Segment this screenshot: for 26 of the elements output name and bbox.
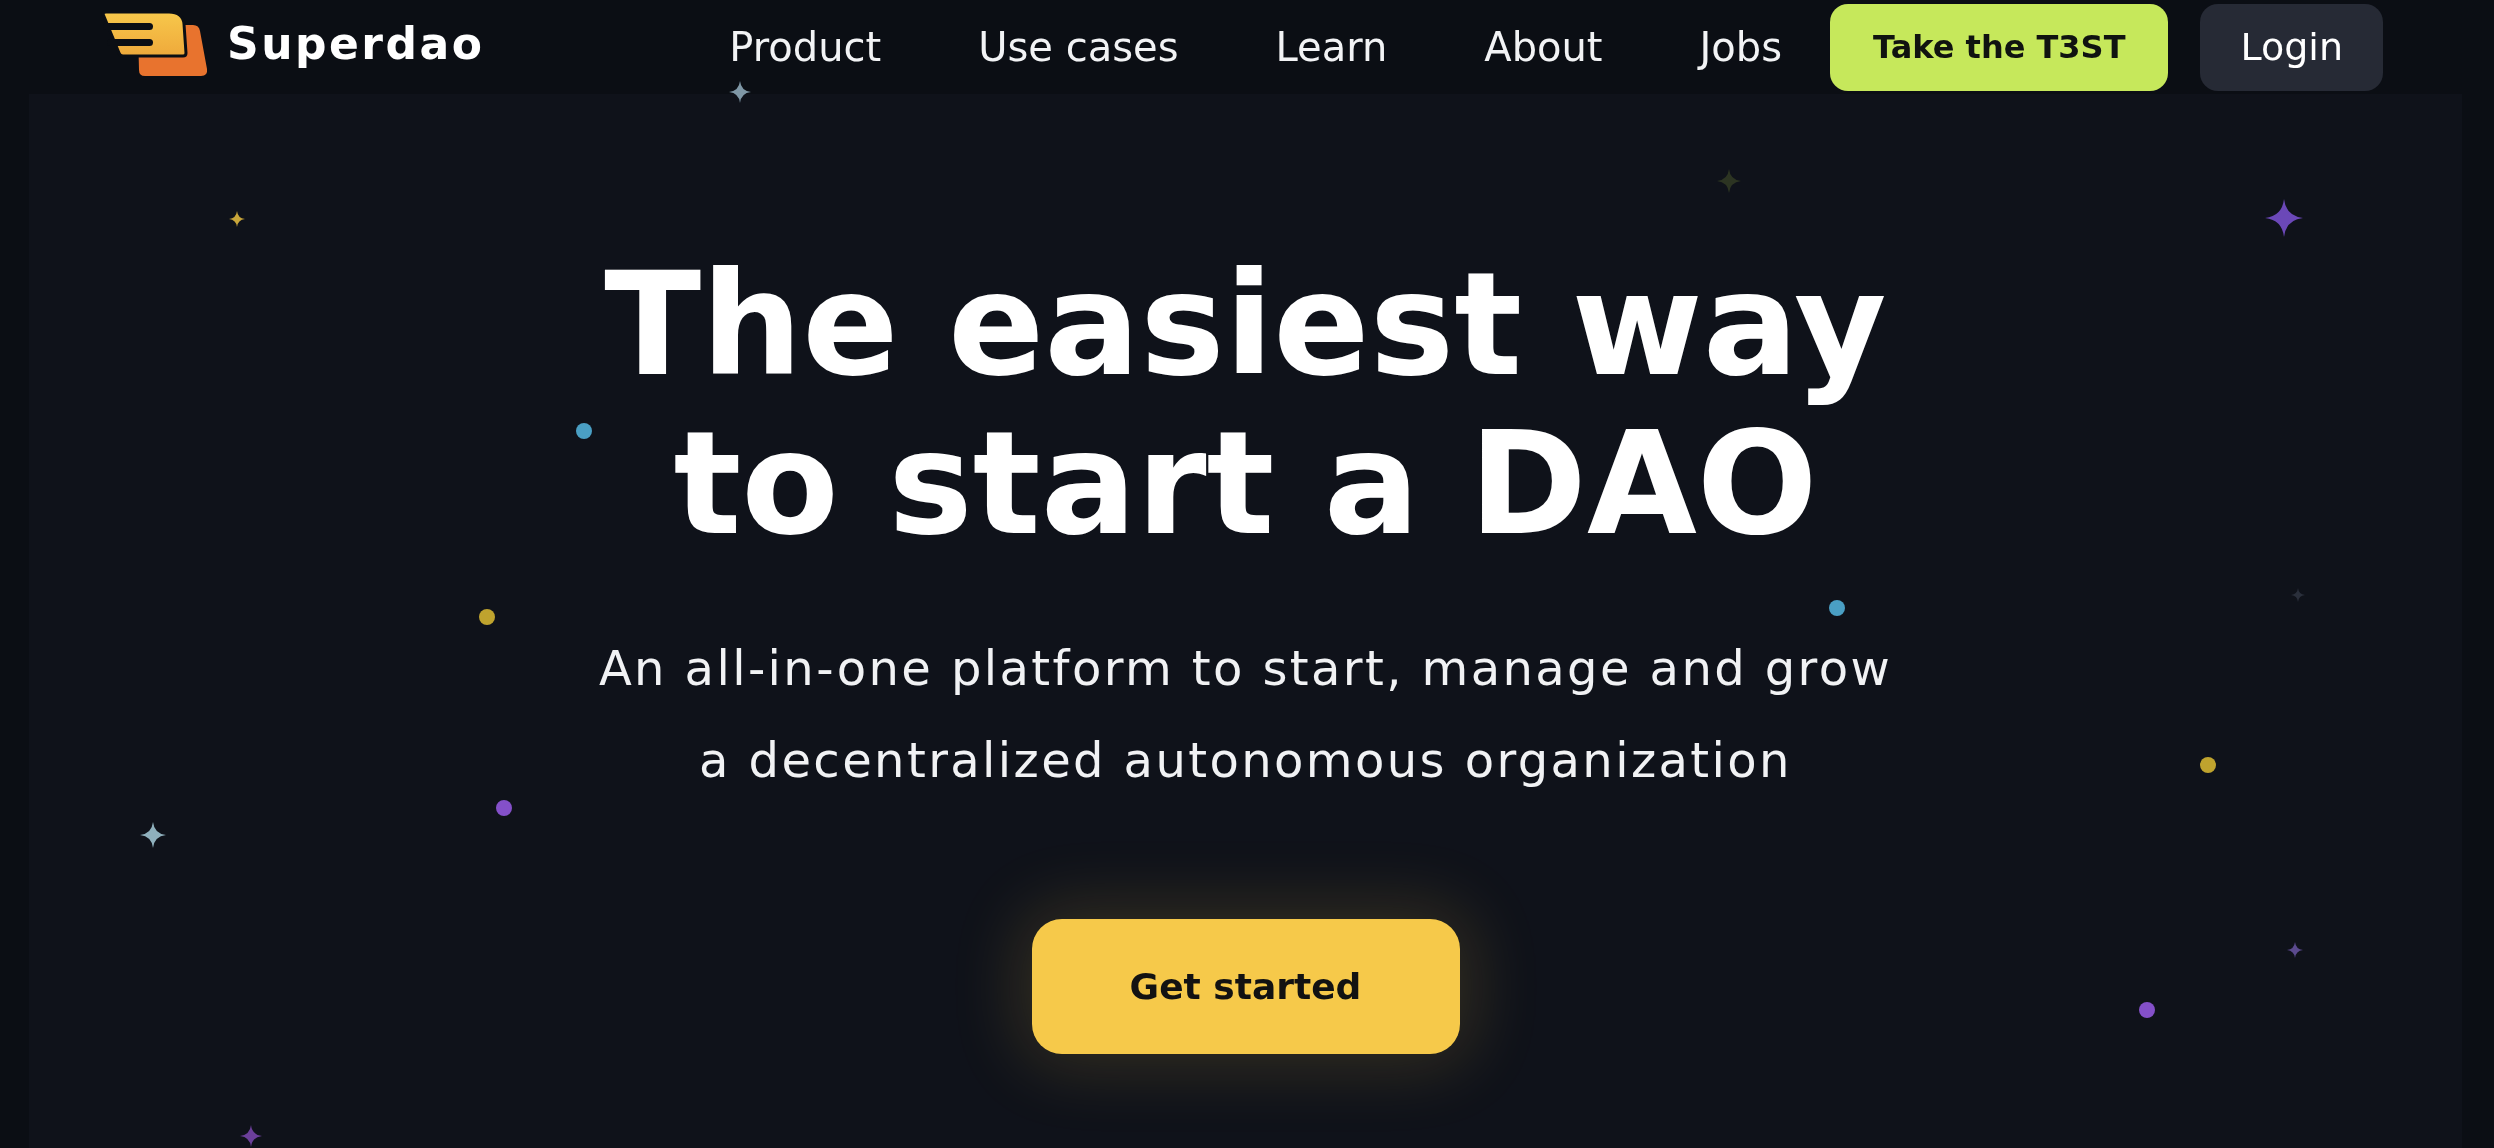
dot-icon bbox=[1829, 600, 1845, 616]
dot-icon bbox=[576, 423, 592, 439]
nav-link[interactable]: About bbox=[1484, 25, 1603, 69]
nav-link[interactable]: Jobs bbox=[1699, 25, 1783, 69]
logo-icon bbox=[101, 10, 209, 78]
sparkle-icon bbox=[140, 822, 166, 848]
take-test-button[interactable]: Take the T3ST bbox=[1830, 3, 2169, 91]
login-button[interactable]: Login bbox=[2200, 3, 2383, 91]
sparkle-icon bbox=[229, 211, 245, 227]
dot-icon bbox=[479, 609, 495, 625]
sparkle-icon bbox=[1717, 169, 1741, 193]
sparkle-icon bbox=[2291, 588, 2305, 602]
dot-icon bbox=[2139, 1002, 2155, 1018]
nav-link[interactable]: Learn bbox=[1275, 25, 1388, 69]
nav-link[interactable]: Product bbox=[729, 25, 882, 69]
hero-subtitle: An all-in-one platform to start, manage and grow a decentralized autonomous organization bbox=[598, 639, 1893, 790]
sparkle-icon bbox=[240, 1125, 262, 1147]
get-started-button[interactable]: Get started bbox=[1031, 919, 1460, 1054]
dot-icon bbox=[2200, 757, 2216, 773]
sparkle-icon bbox=[729, 81, 751, 103]
nav-link[interactable]: Use cases bbox=[978, 25, 1179, 69]
sparkle-icon bbox=[2265, 199, 2303, 237]
brand-name: Superdao bbox=[227, 22, 485, 66]
hero-title: The easiest way to start a DAO bbox=[604, 245, 1887, 563]
dot-icon bbox=[496, 800, 512, 816]
sparkle-icon bbox=[2287, 942, 2303, 958]
